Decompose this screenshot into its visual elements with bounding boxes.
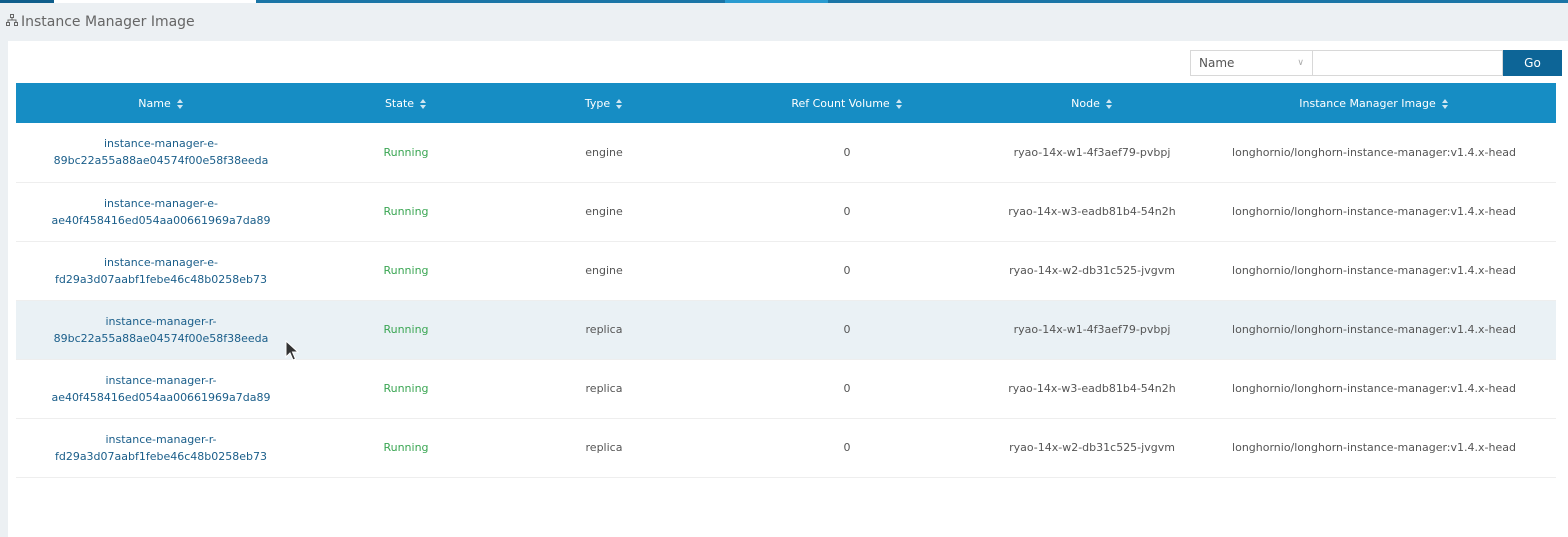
chevron-down-icon: ∨ bbox=[1297, 58, 1304, 68]
column-header-name[interactable]: Name bbox=[16, 83, 306, 123]
table-row: instance-manager-e-ae40f458416ed054aa006… bbox=[16, 182, 1556, 241]
sort-icon[interactable] bbox=[420, 98, 427, 109]
column-header-image[interactable]: Instance Manager Image bbox=[1192, 83, 1556, 123]
cell-ref-count: 0 bbox=[843, 264, 851, 277]
instance-manager-table: Name State Type Ref Count Volume Node In… bbox=[16, 83, 1556, 478]
cell-image: longhornio/longhorn-instance-manager:v1.… bbox=[1232, 145, 1516, 159]
page-title: Instance Manager Image bbox=[21, 14, 195, 30]
sort-icon[interactable] bbox=[616, 98, 623, 109]
cell-state: Running bbox=[306, 123, 506, 182]
cell-type: replica bbox=[585, 323, 623, 336]
mouse-cursor-icon bbox=[285, 340, 299, 361]
cell-state: Running bbox=[306, 241, 506, 300]
status-badge: Running bbox=[383, 441, 429, 454]
cell-ref-count: 0 bbox=[843, 145, 851, 159]
cell-image: longhornio/longhorn-instance-manager:v1.… bbox=[1232, 382, 1516, 395]
cell-name: instance-manager-r-ae40f458416ed054aa006… bbox=[16, 359, 306, 418]
go-button[interactable]: Go bbox=[1503, 50, 1562, 76]
instance-manager-link[interactable]: instance-manager-e-fd29a3d07aabf1febe46c… bbox=[55, 254, 267, 288]
column-header-node[interactable]: Node bbox=[992, 83, 1192, 123]
status-badge: Running bbox=[383, 264, 429, 277]
cell-ref-count: 0 bbox=[843, 205, 851, 218]
table-row: instance-manager-e- 89bc22a55a88ae04574f0… bbox=[16, 123, 1556, 182]
table-header-row: Name State Type Ref Count Volume Node In… bbox=[16, 83, 1556, 123]
column-header-type[interactable]: Type bbox=[506, 83, 702, 123]
cell-type: replica bbox=[585, 382, 623, 395]
cell-ref-count: 0 bbox=[843, 382, 851, 395]
table-row: instance-manager-r- 89bc22a55a88ae04574f0… bbox=[16, 300, 1556, 359]
search-field-selected: Name bbox=[1199, 56, 1235, 70]
cell-name: instance-manager-e-ae40f458416ed054aa006… bbox=[16, 182, 306, 241]
cell-image: longhornio/longhorn-instance-manager:v1.… bbox=[1232, 205, 1516, 218]
search-bar: Name ∨ Go bbox=[1190, 50, 1562, 76]
instance-manager-link[interactable]: instance-manager-r-fd29a3d07aabf1febe46c… bbox=[55, 431, 267, 465]
top-nav-segment[interactable] bbox=[0, 0, 54, 3]
table-row: instance-manager-r-ae40f458416ed054aa006… bbox=[16, 359, 1556, 418]
cell-type: engine bbox=[585, 145, 623, 159]
column-header-ref-count[interactable]: Ref Count Volume bbox=[702, 83, 992, 123]
sort-icon[interactable] bbox=[176, 98, 184, 109]
cell-type: engine bbox=[585, 264, 623, 277]
cell-node: ryao-14x-w2-db31c525-jvgvm bbox=[1009, 264, 1175, 277]
cell-state: Running bbox=[306, 359, 506, 418]
cell-state: Running bbox=[306, 300, 506, 359]
cell-state: Running bbox=[306, 182, 506, 241]
instance-manager-link[interactable]: instance-manager-r- 89bc22a55a88ae04574f0… bbox=[54, 313, 269, 347]
cell-ref-count: 0 bbox=[843, 441, 851, 454]
cell-name: instance-manager-e-fd29a3d07aabf1febe46c… bbox=[16, 241, 306, 300]
sort-icon[interactable] bbox=[895, 98, 903, 109]
cell-node: ryao-14x-w1-4f3aef79-pvbpj bbox=[1013, 145, 1171, 159]
cell-image: longhornio/longhorn-instance-manager:v1.… bbox=[1232, 441, 1516, 454]
cell-name: instance-manager-e- 89bc22a55a88ae04574f0… bbox=[16, 123, 306, 182]
cell-type: replica bbox=[585, 441, 623, 454]
top-nav-active-segment[interactable] bbox=[54, 0, 256, 3]
top-nav-bar bbox=[0, 0, 1568, 3]
table-row: instance-manager-e-fd29a3d07aabf1febe46c… bbox=[16, 241, 1556, 300]
cell-ref-count: 0 bbox=[843, 323, 851, 336]
cell-type: engine bbox=[585, 205, 623, 218]
column-header-state[interactable]: State bbox=[306, 83, 506, 123]
search-input[interactable] bbox=[1312, 50, 1503, 76]
page-header: Instance Manager Image bbox=[6, 12, 195, 32]
cell-node: ryao-14x-w3-eadb81b4-54n2h bbox=[1008, 382, 1176, 395]
status-badge: Running bbox=[383, 205, 429, 218]
sort-icon[interactable] bbox=[1105, 98, 1113, 109]
cell-image: longhornio/longhorn-instance-manager:v1.… bbox=[1232, 264, 1516, 277]
search-field-select[interactable]: Name ∨ bbox=[1190, 50, 1312, 76]
cell-name: instance-manager-r-fd29a3d07aabf1febe46c… bbox=[16, 418, 306, 477]
status-badge: Running bbox=[383, 323, 429, 336]
sitemap-icon bbox=[6, 14, 18, 30]
cell-name: instance-manager-r- 89bc22a55a88ae04574f0… bbox=[16, 300, 306, 359]
cell-node: ryao-14x-w2-db31c525-jvgvm bbox=[1009, 441, 1175, 454]
cell-node: ryao-14x-w1-4f3aef79-pvbpj bbox=[1013, 323, 1171, 336]
content-panel: Name ∨ Go Name State Type Ref Count Volu… bbox=[8, 41, 1568, 537]
instance-manager-link[interactable]: instance-manager-e- 89bc22a55a88ae04574f0… bbox=[54, 135, 269, 169]
status-badge: Running bbox=[383, 145, 429, 159]
table-row: instance-manager-r-fd29a3d07aabf1febe46c… bbox=[16, 418, 1556, 477]
instance-manager-link[interactable]: instance-manager-r-ae40f458416ed054aa006… bbox=[51, 372, 270, 406]
cell-node: ryao-14x-w3-eadb81b4-54n2h bbox=[1008, 205, 1176, 218]
status-badge: Running bbox=[383, 382, 429, 395]
sort-icon[interactable] bbox=[1441, 98, 1449, 109]
cell-state: Running bbox=[306, 418, 506, 477]
cell-image: longhornio/longhorn-instance-manager:v1.… bbox=[1232, 323, 1516, 336]
top-nav-segment[interactable] bbox=[725, 0, 828, 3]
instance-manager-link[interactable]: instance-manager-e-ae40f458416ed054aa006… bbox=[51, 195, 270, 229]
